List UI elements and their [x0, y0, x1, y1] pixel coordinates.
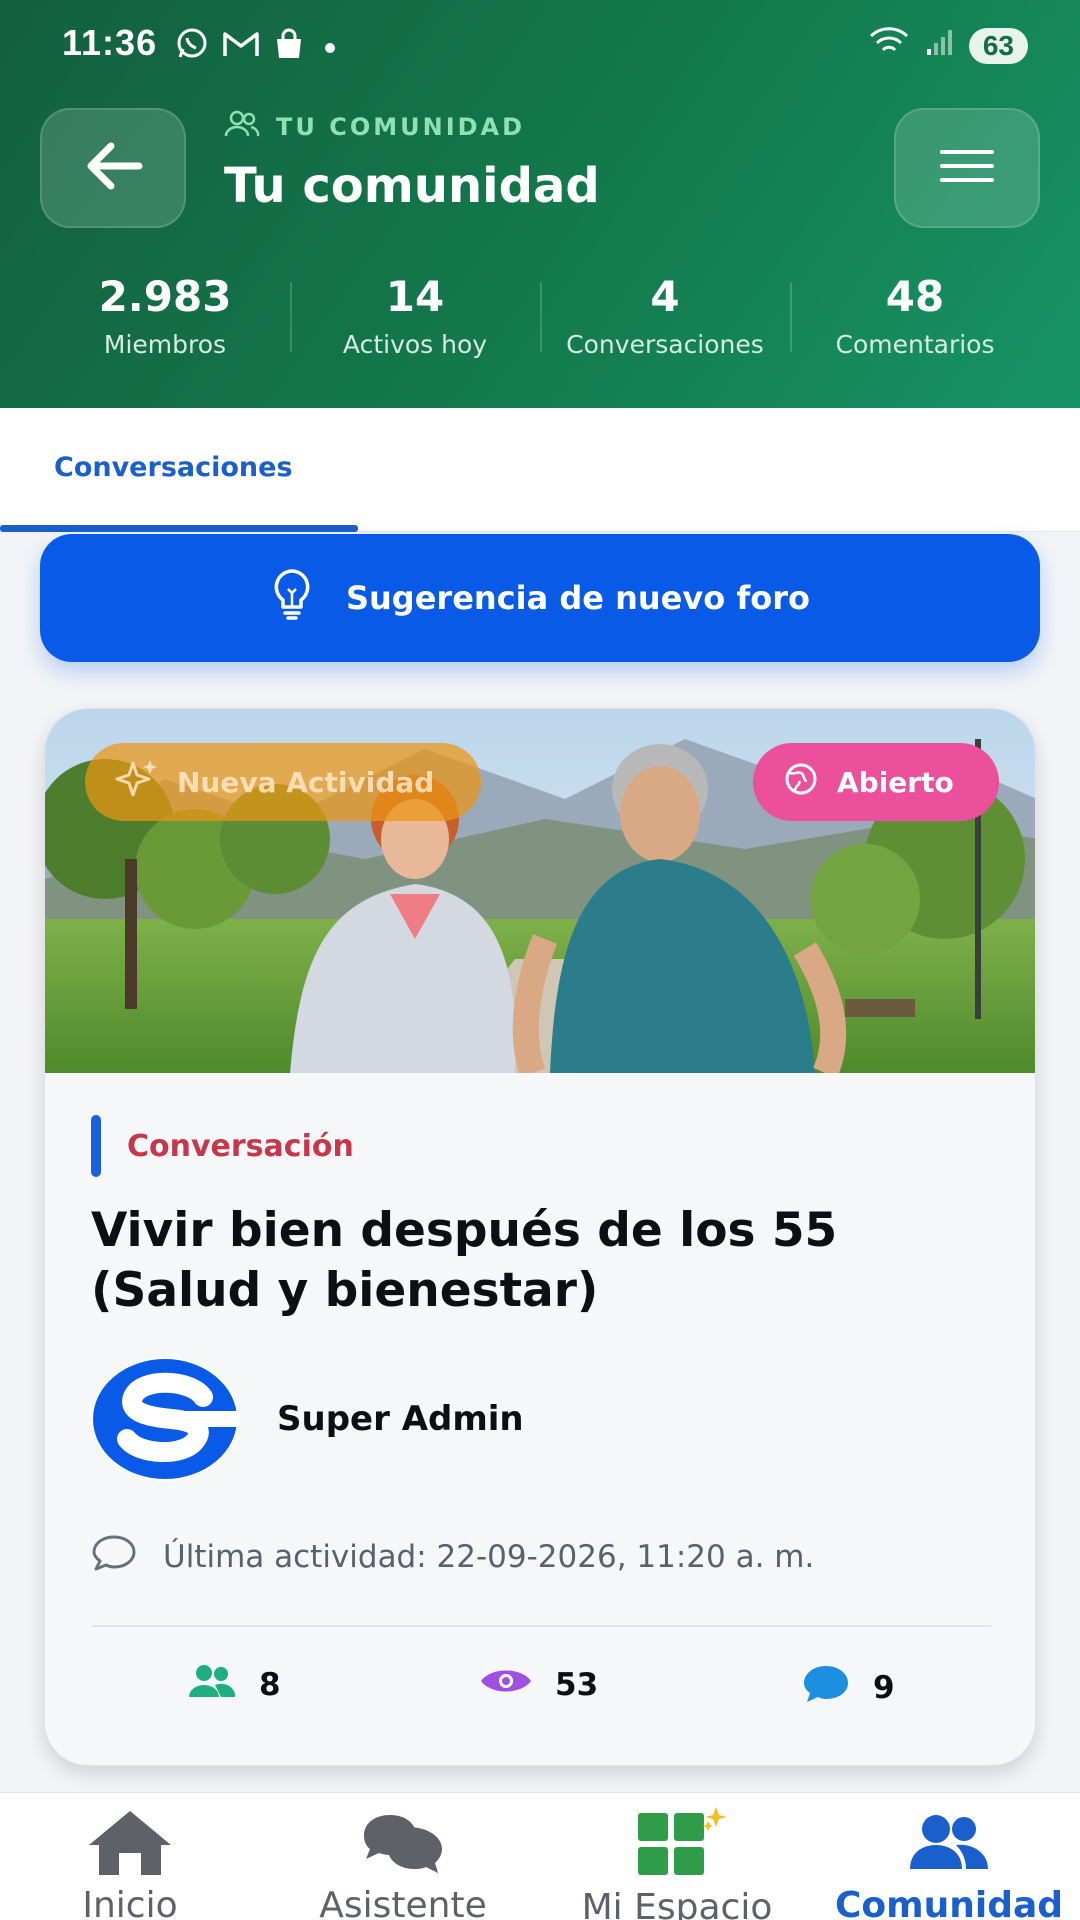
shopping-bag-icon [272, 27, 306, 70]
dot-icon [318, 29, 342, 69]
card-category: Conversación [91, 1115, 354, 1177]
status-bar: 11:36 63 [62, 22, 1028, 66]
participants-count: 8 [259, 1667, 281, 1703]
nav-label: Comunidad [834, 1885, 1064, 1920]
battery-icon: 63 [968, 27, 1028, 64]
stat-comments: 48 Comentarios [790, 270, 1040, 370]
nav-label: Mi Espacio [581, 1887, 773, 1920]
stat-value: 14 [385, 272, 445, 321]
stat-conversations: 4 Conversaciones [540, 270, 790, 370]
metric-views: 53 [479, 1663, 598, 1707]
conversation-title[interactable]: Vivir bien después de los 55 (Salud y bi… [91, 1201, 971, 1321]
author-row: Super Admin [91, 1357, 524, 1481]
participants-icon [185, 1663, 237, 1707]
tab-bar: Conversaciones [0, 408, 1080, 532]
community-header: 11:36 63 TU COMUNIDAD Tu comunidad 2.983… [0, 0, 1080, 408]
stat-value: 4 [650, 272, 680, 321]
nav-item-inicio[interactable]: Inicio [0, 1807, 265, 1920]
tab-active-indicator [0, 525, 358, 532]
comment-bubble-icon [91, 1533, 137, 1581]
header-eyebrow-text: TU COMUNIDAD [276, 113, 526, 141]
wifi-icon [867, 24, 911, 67]
metric-comments: 9 [801, 1663, 895, 1713]
community-stats: 2.983 Miembros 14 Activos hoy 4 Conversa… [40, 270, 1040, 370]
nav-item-mi-espacio[interactable]: Mi Espacio [542, 1807, 812, 1920]
last-activity-text: Última actividad: 22-09-2026, 11:20 a. m… [163, 1539, 815, 1575]
suggest-forum-button[interactable]: Sugerencia de nuevo foro [40, 534, 1040, 662]
bottom-navigation: Inicio Asistente Mi Espacio Comunidad [0, 1792, 1080, 1920]
grid-icon [622, 1807, 732, 1883]
back-button[interactable] [40, 108, 186, 228]
metric-participants: 8 [185, 1663, 281, 1707]
author-name: Super Admin [277, 1399, 524, 1439]
status-badge-label: Abierto [837, 765, 954, 799]
category-label: Conversación [127, 1128, 354, 1164]
stat-label: Miembros [103, 330, 227, 359]
card-cover-image: Nueva Actividad Abierto [45, 709, 1035, 1073]
globe-icon [783, 761, 819, 804]
stat-value: 2.983 [98, 272, 232, 321]
gmail-icon [222, 28, 260, 69]
eye-icon [479, 1663, 533, 1707]
conversation-card[interactable]: Nueva Actividad Abierto Conversación Viv… [44, 708, 1036, 1766]
header-eyebrow: TU COMUNIDAD [224, 110, 525, 144]
users-icon [224, 110, 260, 144]
views-count: 53 [555, 1667, 599, 1703]
whatsapp-icon [174, 26, 210, 71]
suggest-forum-label: Sugerencia de nuevo foro [345, 579, 811, 617]
stat-active-today: 14 Activos hoy [290, 270, 540, 370]
card-body: Conversación Vivir bien después de los 5… [45, 1073, 1035, 1765]
card-divider [91, 1625, 991, 1627]
nav-label: Inicio [82, 1885, 178, 1920]
comments-count: 9 [873, 1670, 895, 1706]
nav-item-asistente[interactable]: Asistente [268, 1807, 538, 1920]
stat-members: 2.983 Miembros [40, 270, 290, 370]
category-accent-bar [91, 1115, 101, 1177]
hamburger-menu-icon [939, 148, 995, 188]
sparkles-icon [115, 757, 159, 808]
last-activity-row: Última actividad: 22-09-2026, 11:20 a. m… [91, 1533, 814, 1581]
status-badge-open: Abierto [753, 743, 999, 821]
home-icon [85, 1807, 175, 1881]
people-icon [904, 1807, 994, 1881]
nav-label: Asistente [319, 1885, 487, 1920]
page-title: Tu comunidad [224, 158, 600, 214]
tab-label: Conversaciones [54, 452, 293, 483]
new-activity-label: Nueva Actividad [177, 765, 435, 799]
stat-label: Activos hoy [342, 330, 488, 359]
arrow-left-icon [81, 140, 145, 196]
lightbulb-icon [270, 567, 314, 629]
status-time: 11:36 [62, 22, 158, 63]
stat-label: Conversaciones [566, 330, 764, 359]
card-metrics: 8 53 9 [45, 1663, 1035, 1733]
chat-bubbles-icon [358, 1807, 448, 1881]
avatar [91, 1357, 239, 1481]
tab-conversaciones[interactable]: Conversaciones [0, 408, 358, 532]
stat-label: Comentarios [835, 330, 995, 359]
chat-bubble-icon [801, 1663, 851, 1713]
signal-icon [925, 26, 955, 66]
menu-button[interactable] [894, 108, 1040, 228]
new-activity-badge: Nueva Actividad [85, 743, 481, 821]
nav-item-comunidad[interactable]: Comunidad [814, 1807, 1080, 1920]
stat-value: 48 [885, 272, 945, 321]
